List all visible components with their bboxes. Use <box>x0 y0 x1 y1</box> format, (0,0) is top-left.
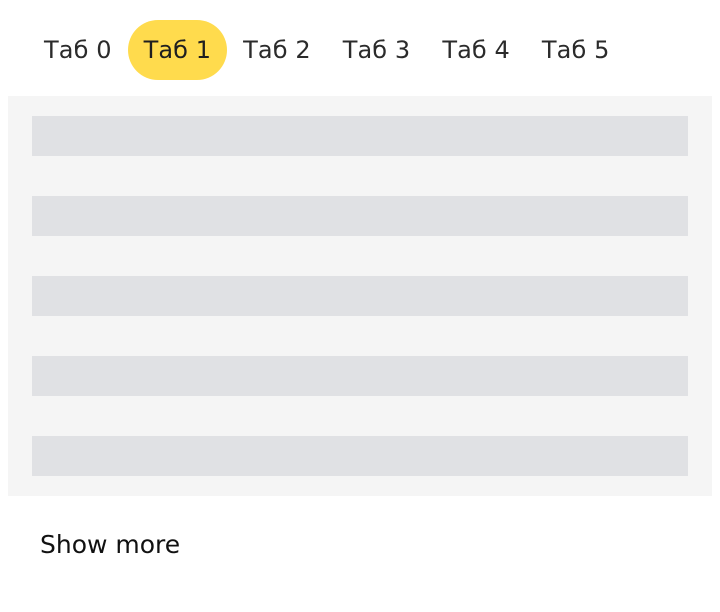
tab-bar: Таб 0 Таб 1 Таб 2 Таб 3 Таб 4 Таб 5 <box>28 20 625 80</box>
tab-0[interactable]: Таб 0 <box>28 20 128 80</box>
skeleton-row <box>32 116 688 156</box>
tab-2[interactable]: Таб 2 <box>227 20 327 80</box>
skeleton-row <box>32 436 688 476</box>
skeleton-row <box>32 356 688 396</box>
show-more-button[interactable]: Show more <box>40 530 180 559</box>
tab-content-panel <box>8 96 712 496</box>
tab-5[interactable]: Таб 5 <box>526 20 626 80</box>
tab-3[interactable]: Таб 3 <box>327 20 427 80</box>
tab-4[interactable]: Таб 4 <box>426 20 526 80</box>
tab-1[interactable]: Таб 1 <box>127 20 228 80</box>
skeleton-row <box>32 276 688 316</box>
skeleton-row <box>32 196 688 236</box>
